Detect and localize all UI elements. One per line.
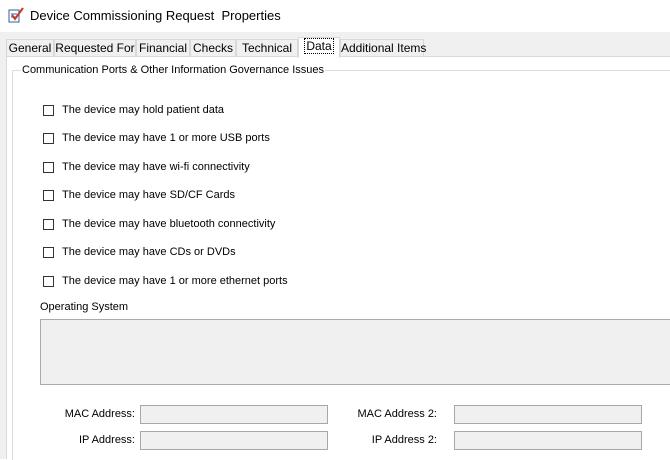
check-label: The device may have bluetooth connectivi… [62,218,276,230]
ip-address-2-label: IP Address 2: [371,434,437,446]
check-bluetooth[interactable]: The device may have bluetooth connectivi… [43,216,275,232]
tab-requested-for[interactable]: Requested For [54,39,136,57]
ip-address-2-input[interactable] [454,431,642,450]
mac-address-input[interactable] [140,405,328,424]
edit-form-icon [8,7,24,23]
window-title: Device Commissioning Request Properties [30,8,281,23]
tab-technical[interactable]: Technical [236,39,298,57]
checkbox[interactable] [43,218,54,230]
check-usb-ports[interactable]: The device may have 1 or more USB ports [43,130,270,146]
check-label: The device may have CDs or DVDs [62,246,236,258]
tab-additional-items[interactable]: Additional Items [340,39,426,57]
mac-address-2-input[interactable] [454,405,642,424]
checkbox[interactable] [43,132,54,144]
check-label: The device may have 1 or more USB ports [62,132,270,144]
tab-financial[interactable]: Financial [136,39,190,57]
check-wifi[interactable]: The device may have wi-fi connectivity [43,159,250,175]
check-label: The device may hold patient data [62,104,225,116]
mac-address-label: MAC Address: [64,408,135,420]
mac-address-2-label: MAC Address 2: [357,408,437,420]
check-cds-dvds[interactable]: The device may have CDs or DVDs [43,244,236,260]
check-label: The device may have wi-fi connectivity [62,161,250,173]
ip-address-label: IP Address: [78,434,135,446]
checkbox[interactable] [43,104,54,116]
check-sd-cards[interactable]: The device may have SD/CF Cards [43,187,235,203]
checkbox[interactable] [43,189,54,201]
group-title: Communication Ports & Other Information … [21,64,326,76]
checkbox[interactable] [43,246,54,258]
check-ethernet-ports[interactable]: The device may have 1 or more ethernet p… [43,273,288,289]
checkbox[interactable] [43,275,54,287]
tab-data[interactable]: Data [298,37,340,58]
tab-checks[interactable]: Checks [190,39,236,57]
governance-groupbox: Communication Ports & Other Information … [12,64,670,460]
tab-strip: General Requested For Financial Checks T… [6,37,670,58]
tab-general[interactable]: General [6,39,54,57]
dialog-content: General Requested For Financial Checks T… [0,32,670,460]
operating-system-label: Operating System [40,301,129,313]
check-label: The device may have SD/CF Cards [62,189,236,201]
check-patient-data[interactable]: The device may hold patient data [43,102,224,118]
ip-address-input[interactable] [140,431,328,450]
checkbox[interactable] [43,161,54,173]
tab-panel-data: Communication Ports & Other Information … [6,56,670,460]
check-label: The device may have 1 or more ethernet p… [62,275,288,287]
operating-system-textarea[interactable] [40,319,670,385]
title-bar: Device Commissioning Request Properties [0,0,670,32]
